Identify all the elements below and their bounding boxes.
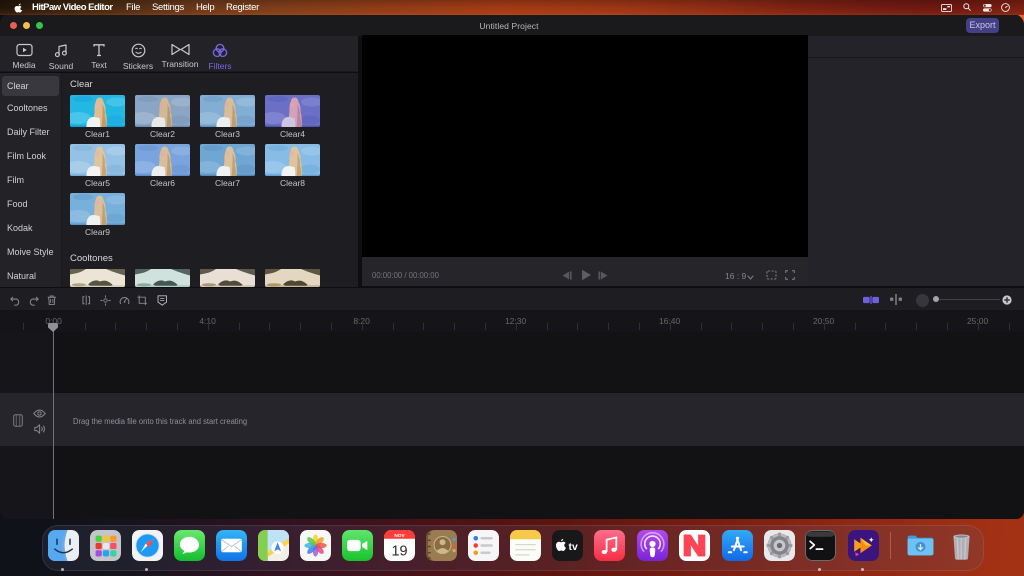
svg-text:NOV: NOV [394, 533, 405, 539]
svg-text:19: 19 [391, 543, 407, 559]
svg-text:tv: tv [568, 542, 577, 553]
